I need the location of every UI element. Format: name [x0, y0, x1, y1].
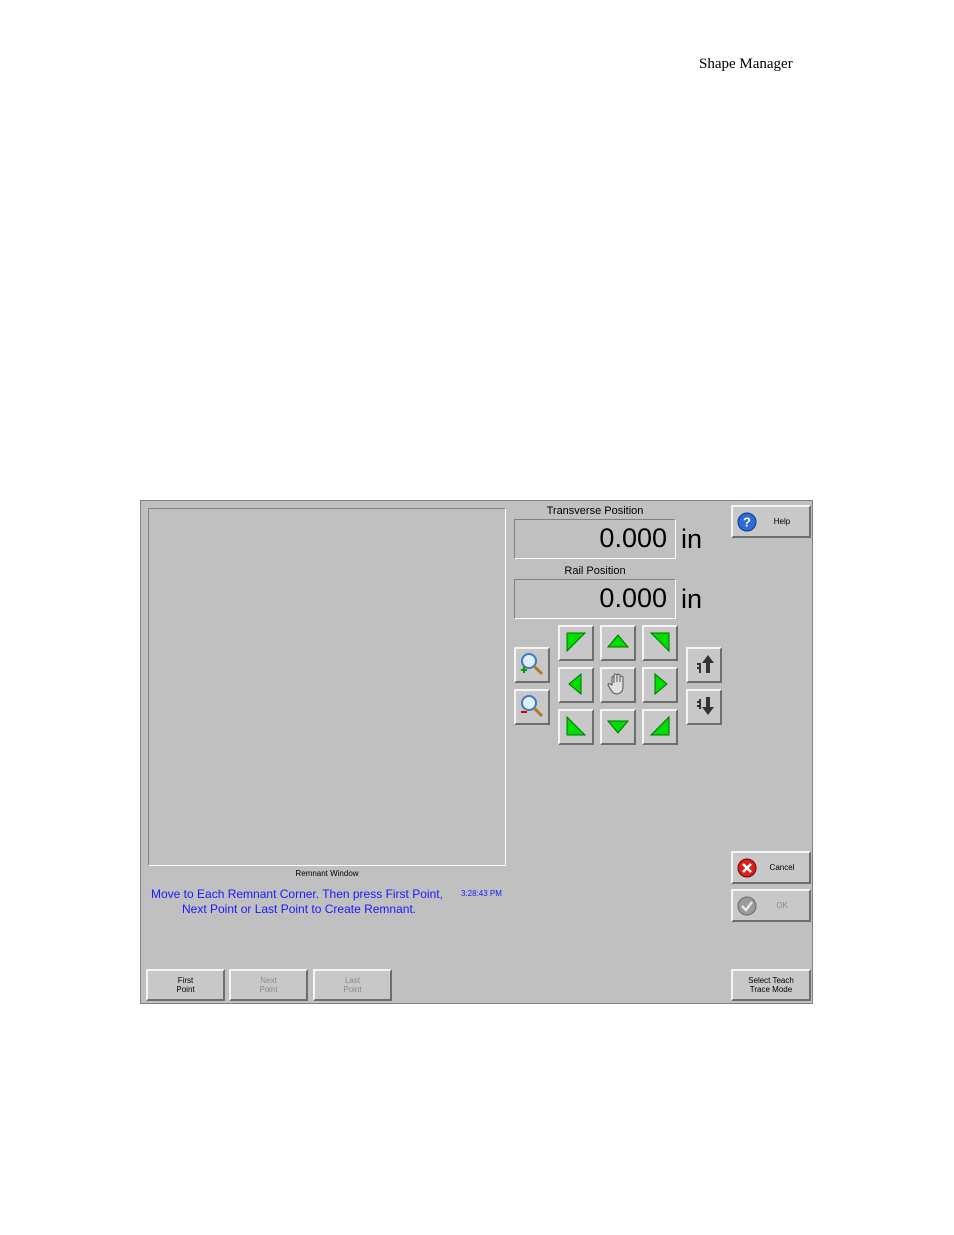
first-point-button[interactable]: First Point — [146, 969, 225, 1001]
jog-left-icon — [563, 671, 589, 699]
jog-right-button[interactable] — [642, 667, 678, 703]
zoom-in-icon — [519, 651, 545, 679]
jog-hand-button[interactable] — [600, 667, 636, 703]
jog-up-button[interactable] — [600, 625, 636, 661]
svg-text:?: ? — [743, 514, 751, 529]
help-icon: ? — [737, 512, 757, 532]
jog-down-right-icon — [647, 713, 673, 741]
speed-up-icon — [691, 651, 717, 679]
jog-up-left-button[interactable] — [558, 625, 594, 661]
status-message-line1: Move to Each Remnant Corner. Then press … — [151, 887, 443, 901]
remnant-window-label: Remnant Window — [295, 869, 359, 878]
cancel-icon — [737, 858, 757, 878]
jog-up-right-button[interactable] — [642, 625, 678, 661]
remnant-panel: Remnant Window Move to Each Remnant Corn… — [140, 500, 813, 1004]
transverse-position-unit: in — [681, 524, 703, 554]
last-point-label-1: Last — [344, 976, 361, 985]
ok-label: OK — [776, 901, 788, 910]
speed-down-icon — [691, 693, 717, 721]
timestamp: 3:28:43 PM — [461, 889, 502, 898]
speed-up-button[interactable] — [686, 647, 722, 683]
rail-position-value: 0.000 — [514, 579, 676, 619]
jog-left-button[interactable] — [558, 667, 594, 703]
select-teach-label-2: Trace Mode — [749, 985, 793, 994]
first-point-label-2: Point — [176, 985, 195, 994]
jog-down-right-button[interactable] — [642, 709, 678, 745]
next-point-label-2: Point — [259, 985, 278, 994]
select-teach-label-1: Select Teach — [748, 976, 794, 985]
transverse-position-label: Transverse Position — [546, 505, 644, 517]
status-message-line2: Next Point or Last Point to Create Remna… — [182, 902, 417, 916]
status-message: Move to Each Remnant Corner. Then press … — [151, 887, 443, 917]
next-point-label-1: Next — [260, 976, 277, 985]
page-header: Shape Manager — [699, 56, 793, 72]
jog-down-left-button[interactable] — [558, 709, 594, 745]
hand-icon — [605, 671, 631, 699]
jog-up-left-icon — [563, 629, 589, 657]
jog-right-icon — [647, 671, 673, 699]
next-point-button[interactable]: Next Point — [229, 969, 308, 1001]
rail-position-unit: in — [681, 584, 703, 614]
zoom-in-button[interactable] — [514, 647, 550, 683]
cancel-label: Cancel — [769, 863, 795, 872]
jog-up-icon — [605, 629, 631, 657]
ok-button[interactable]: OK — [731, 889, 811, 922]
select-teach-trace-mode-button[interactable]: Select Teach Trace Mode — [731, 969, 811, 1001]
jog-down-button[interactable] — [600, 709, 636, 745]
checkmark-icon — [737, 896, 757, 916]
cancel-button[interactable]: Cancel — [731, 851, 811, 884]
rail-position-label: Rail Position — [564, 565, 626, 577]
first-point-label-1: First — [177, 976, 194, 985]
help-label: Help — [773, 517, 791, 526]
transverse-position-value: 0.000 — [514, 519, 676, 559]
remnant-window[interactable] — [148, 508, 506, 866]
speed-down-button[interactable] — [686, 689, 722, 725]
last-point-label-2: Point — [343, 985, 362, 994]
jog-down-left-icon — [563, 713, 589, 741]
zoom-out-icon — [519, 693, 545, 721]
help-button[interactable]: ? Help — [731, 505, 811, 538]
jog-up-right-icon — [647, 629, 673, 657]
last-point-button[interactable]: Last Point — [313, 969, 392, 1001]
jog-down-icon — [605, 713, 631, 741]
zoom-out-button[interactable] — [514, 689, 550, 725]
